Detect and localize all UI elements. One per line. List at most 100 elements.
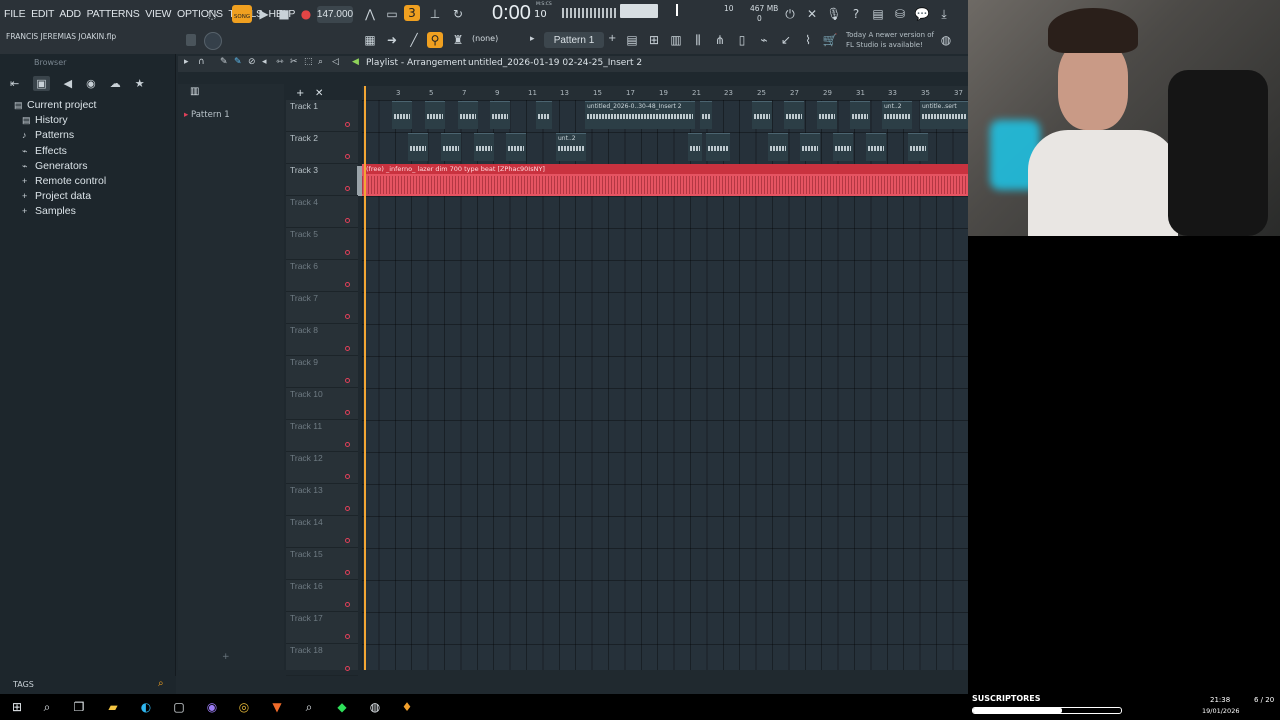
- slice-tool-icon[interactable]: ✂: [290, 57, 298, 67]
- tree-history[interactable]: ▤ History: [14, 113, 175, 128]
- pattern-clip[interactable]: [441, 133, 461, 161]
- track-header[interactable]: Track 4: [286, 196, 358, 228]
- time-display[interactable]: 0:00: [492, 2, 531, 25]
- master-pitch-slider[interactable]: [676, 4, 678, 16]
- song-mode-toggle[interactable]: SONG: [232, 5, 252, 23]
- select-tool-icon[interactable]: ⬚: [304, 57, 313, 67]
- track-mute-led[interactable]: [345, 570, 350, 575]
- track-mute-led[interactable]: [345, 186, 350, 191]
- track-header[interactable]: Track 8: [286, 324, 358, 356]
- magnet-icon[interactable]: ∩: [198, 57, 205, 67]
- arrangement-icon[interactable]: ◀: [352, 57, 359, 67]
- pattern-clip[interactable]: [474, 133, 494, 161]
- track-mute-led[interactable]: [345, 250, 350, 255]
- mute-tool-icon[interactable]: ◂: [262, 57, 267, 67]
- pattern-clip[interactable]: unt..2: [882, 101, 912, 129]
- add-pattern-plus-icon[interactable]: +: [222, 652, 230, 662]
- globe-icon[interactable]: ◍: [938, 32, 954, 48]
- track-mute-led[interactable]: [345, 410, 350, 415]
- magnifier-icon[interactable]: ⌕: [300, 698, 318, 716]
- windows-start-icon[interactable]: ⊞: [8, 698, 26, 716]
- track-mute-led[interactable]: [345, 442, 350, 447]
- edge-icon[interactable]: ◐: [137, 698, 155, 716]
- download-icon[interactable]: ⤓: [936, 6, 952, 22]
- track-header[interactable]: Track 16: [286, 580, 358, 612]
- pattern-clip[interactable]: [850, 101, 870, 129]
- track-header[interactable]: Track 12: [286, 452, 358, 484]
- countdown-icon[interactable]: 3: [404, 5, 420, 21]
- scope-icon[interactable]: ⌇: [800, 32, 816, 48]
- channel-rack-icon[interactable]: ⋔: [712, 32, 728, 48]
- pattern-prev-icon[interactable]: ▸: [530, 34, 535, 44]
- playback-tool-icon[interactable]: ◁: [332, 57, 339, 67]
- green-app-icon[interactable]: ◆: [333, 698, 351, 716]
- track-mute-led[interactable]: [345, 602, 350, 607]
- file-explorer-icon[interactable]: ▰: [104, 698, 122, 716]
- arrow-right-icon[interactable]: ➜: [384, 32, 400, 48]
- mixer-icon[interactable]: ⫼: [690, 32, 706, 48]
- track-header[interactable]: Track 18: [286, 644, 358, 676]
- track-header[interactable]: Track 11: [286, 420, 358, 452]
- pattern-clip[interactable]: [706, 133, 730, 161]
- piano-roll-icon[interactable]: ▦: [362, 32, 378, 48]
- pattern-clip[interactable]: [700, 101, 712, 129]
- master-knob[interactable]: [204, 32, 222, 50]
- track-header[interactable]: Track 7: [286, 292, 358, 324]
- task-view-icon[interactable]: ❐: [70, 698, 88, 716]
- add-track-icon[interactable]: +: [296, 88, 304, 99]
- snap-select[interactable]: (none): [472, 34, 498, 43]
- taskbar-search-icon[interactable]: ⌕: [38, 698, 56, 716]
- menu-file[interactable]: FILE: [4, 8, 26, 20]
- metronome-icon[interactable]: ⋀: [362, 6, 378, 22]
- menu-add[interactable]: ADD: [59, 8, 81, 20]
- audio-clip[interactable]: (free) _inferno_ lazer dim 700 type beat…: [362, 164, 970, 196]
- draw-tool-icon[interactable]: ✎: [220, 57, 228, 67]
- tempo-icon[interactable]: ↙: [778, 32, 794, 48]
- help-icon[interactable]: ?: [848, 6, 864, 22]
- snap-link-icon[interactable]: ⚲: [427, 32, 443, 48]
- playhead[interactable]: [364, 86, 366, 670]
- microphone-icon[interactable]: 🎙: [826, 6, 842, 22]
- plugin-database-icon[interactable]: ◉: [86, 77, 96, 90]
- pattern-clip[interactable]: [490, 101, 510, 129]
- track-mute-led[interactable]: [345, 314, 350, 319]
- pattern-clip[interactable]: [908, 133, 928, 161]
- track-mute-led[interactable]: [345, 122, 350, 127]
- track-mute-led[interactable]: [345, 634, 350, 639]
- tree-patterns[interactable]: ♪ Patterns: [14, 128, 175, 143]
- tree-project-data[interactable]: + Project data: [14, 189, 175, 204]
- pattern-clip[interactable]: [800, 133, 820, 161]
- star-icon[interactable]: ★: [135, 77, 145, 90]
- track-header[interactable]: Track 13: [286, 484, 358, 516]
- track-header[interactable]: Track 3: [286, 164, 358, 196]
- pattern-clip[interactable]: untitle..sert: [920, 101, 968, 129]
- pattern-clip[interactable]: [817, 101, 837, 129]
- piano-icon[interactable]: ▥: [668, 32, 684, 48]
- track-header[interactable]: Track 5: [286, 228, 358, 260]
- track-mute-led[interactable]: [345, 282, 350, 287]
- pattern-clip[interactable]: [458, 101, 478, 129]
- pattern-clip[interactable]: [408, 133, 428, 161]
- tree-effects[interactable]: ⌁ Effects: [14, 144, 175, 159]
- tree-remote-control[interactable]: + Remote control: [14, 174, 175, 189]
- zoom-tool-icon[interactable]: ⌕: [318, 57, 323, 67]
- pattern-list-item[interactable]: ▸ Pattern 1: [184, 110, 230, 120]
- timeline-ruler[interactable]: 3 5 7 9 11 13 15 17 19 21 23 25 27 29 31…: [362, 86, 968, 100]
- pattern-clip[interactable]: [536, 101, 552, 129]
- playlist-icon[interactable]: ▤: [624, 32, 640, 48]
- track-header[interactable]: Track 2: [286, 132, 358, 164]
- menu-view[interactable]: VIEW: [145, 8, 171, 20]
- brave-icon[interactable]: ▼: [268, 698, 286, 716]
- pattern-clip[interactable]: [688, 133, 702, 161]
- record-button[interactable]: ●: [298, 6, 314, 22]
- pattern-clip[interactable]: [425, 101, 445, 129]
- track-header[interactable]: Track 6: [286, 260, 358, 292]
- track-mute-led[interactable]: [345, 666, 350, 671]
- paint-tool-icon[interactable]: ✎: [234, 57, 242, 67]
- reset-icon[interactable]: ⏻: [782, 6, 798, 22]
- fl-studio-icon[interactable]: ♦: [398, 698, 416, 716]
- pattern-selector[interactable]: Pattern 1: [544, 32, 604, 48]
- play-button[interactable]: ▶: [256, 6, 272, 22]
- delete-tool-icon[interactable]: ⊘: [248, 57, 256, 67]
- tempo-display[interactable]: 147.000: [317, 6, 353, 23]
